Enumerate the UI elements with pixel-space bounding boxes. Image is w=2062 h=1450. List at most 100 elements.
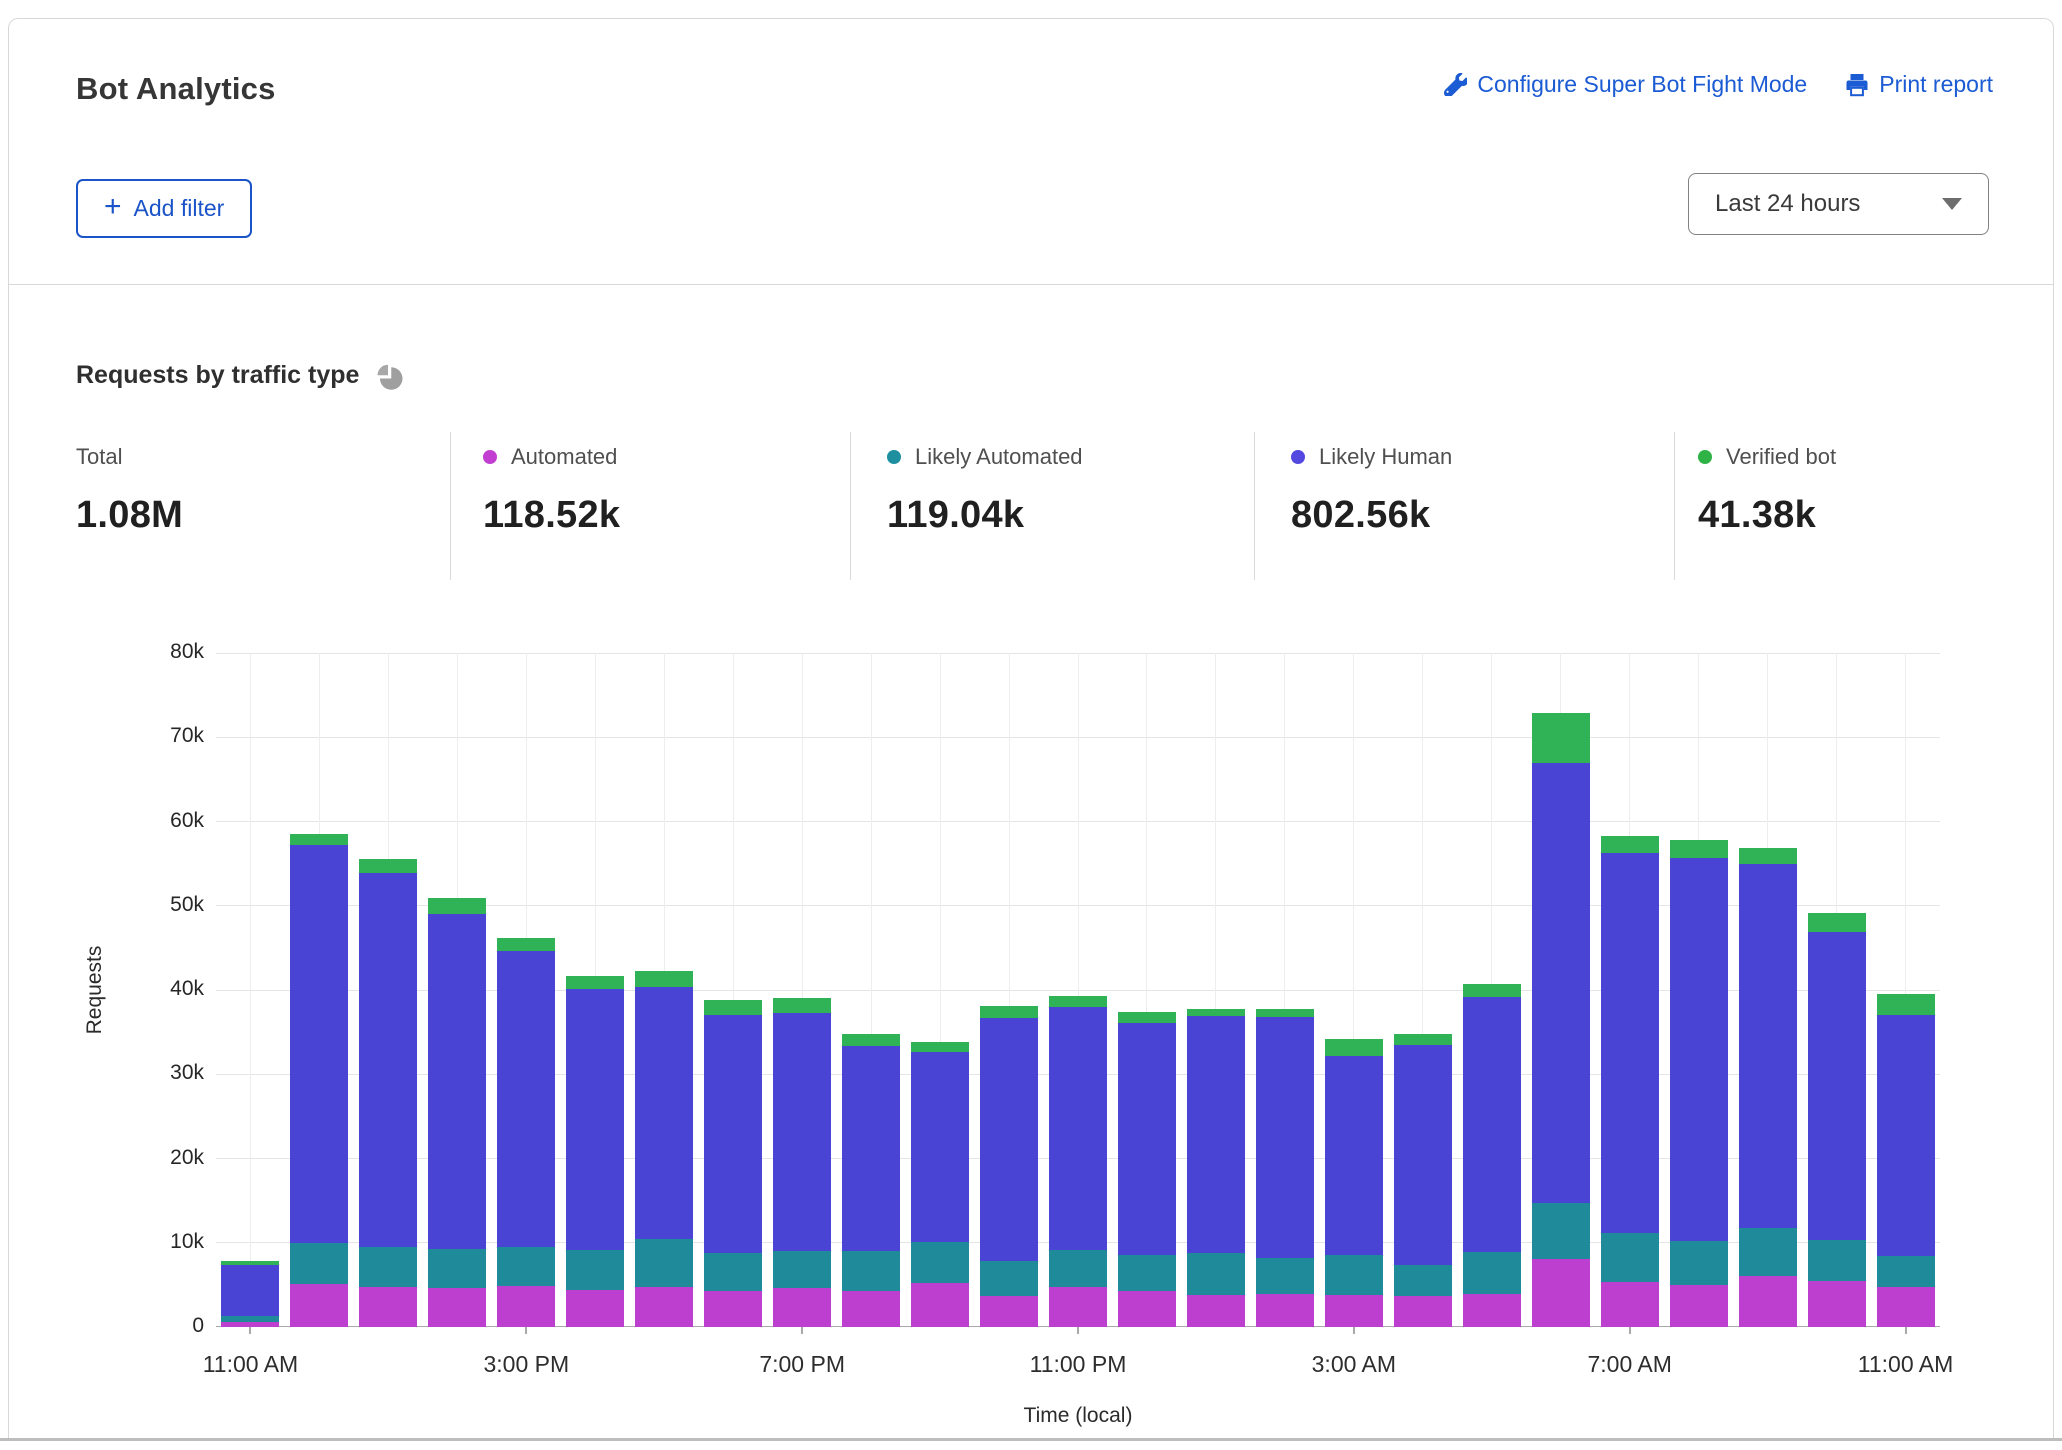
bar-segment-verified-bot[interactable] bbox=[1531, 712, 1590, 764]
bar-segment-verified-bot[interactable] bbox=[1186, 1008, 1245, 1017]
bar-segment-likely-automated[interactable] bbox=[1738, 1227, 1797, 1276]
bar-segment-likely-human[interactable] bbox=[566, 989, 625, 1251]
bar-segment-automated[interactable] bbox=[497, 1285, 556, 1327]
bar-segment-likely-automated[interactable] bbox=[1807, 1240, 1866, 1281]
bar-segment-verified-bot[interactable] bbox=[704, 1000, 763, 1016]
bar-segment-automated[interactable] bbox=[1807, 1280, 1866, 1327]
bar-segment-automated[interactable] bbox=[359, 1287, 418, 1327]
bar-segment-verified-bot[interactable] bbox=[1049, 995, 1107, 1007]
bar-segment-automated[interactable] bbox=[704, 1290, 763, 1327]
stat-automated[interactable]: Automated 118.52k bbox=[483, 424, 620, 537]
bar-segment-automated[interactable] bbox=[980, 1295, 1039, 1327]
bar-segment-automated[interactable] bbox=[566, 1289, 625, 1327]
bar-segment-verified-bot[interactable] bbox=[1600, 835, 1659, 853]
bar-segment-verified-bot[interactable] bbox=[497, 937, 556, 952]
add-filter-button[interactable]: + Add filter bbox=[76, 179, 253, 238]
bar-segment-automated[interactable] bbox=[1531, 1258, 1590, 1327]
bar-segment-likely-automated[interactable] bbox=[635, 1239, 694, 1287]
stat-likely-automated[interactable]: Likely Automated 119.04k bbox=[887, 424, 1083, 537]
bar-segment-verified-bot[interactable] bbox=[290, 834, 349, 846]
stat-verified-bot[interactable]: Verified bot 41.38k bbox=[1698, 424, 1836, 537]
bar-segment-verified-bot[interactable] bbox=[566, 975, 625, 990]
bar-segment-likely-automated[interactable] bbox=[1186, 1252, 1245, 1295]
bar-segment-likely-human[interactable] bbox=[1324, 1055, 1383, 1255]
bar-segment-likely-human[interactable] bbox=[980, 1017, 1039, 1262]
stat-likely-human[interactable]: Likely Human 802.56k bbox=[1291, 424, 1452, 537]
print-report-link[interactable]: Print report bbox=[1845, 71, 1993, 98]
bar-segment-likely-human[interactable] bbox=[1807, 931, 1866, 1241]
bar-segment-likely-human[interactable] bbox=[773, 1012, 832, 1252]
bar-segment-likely-automated[interactable] bbox=[1600, 1233, 1659, 1283]
bar-segment-likely-automated[interactable] bbox=[359, 1246, 418, 1288]
bar-segment-verified-bot[interactable] bbox=[1117, 1011, 1176, 1023]
bar-segment-likely-human[interactable] bbox=[911, 1052, 970, 1242]
bar-segment-likely-human[interactable] bbox=[1049, 1006, 1107, 1251]
bar-segment-verified-bot[interactable] bbox=[842, 1033, 901, 1047]
configure-super-bot-fight-mode-link[interactable]: Configure Super Bot Fight Mode bbox=[1444, 71, 1807, 98]
bar-segment-verified-bot[interactable] bbox=[1462, 984, 1521, 997]
bar-segment-verified-bot[interactable] bbox=[1324, 1038, 1383, 1056]
bar-segment-verified-bot[interactable] bbox=[1669, 840, 1728, 858]
bar-segment-likely-automated[interactable] bbox=[1049, 1250, 1107, 1288]
bar-segment-likely-human[interactable] bbox=[1600, 852, 1659, 1234]
bar-segment-likely-human[interactable] bbox=[1255, 1016, 1314, 1258]
bar-segment-likely-human[interactable] bbox=[1117, 1022, 1176, 1255]
bar-segment-verified-bot[interactable] bbox=[635, 971, 694, 988]
bar-segment-likely-automated[interactable] bbox=[566, 1250, 625, 1290]
bar-segment-likely-automated[interactable] bbox=[428, 1248, 487, 1289]
bar-segment-verified-bot[interactable] bbox=[980, 1006, 1039, 1018]
bar-segment-likely-automated[interactable] bbox=[1324, 1254, 1383, 1295]
bar-segment-automated[interactable] bbox=[911, 1283, 970, 1327]
bar-segment-automated[interactable] bbox=[1600, 1282, 1659, 1327]
bar-segment-automated[interactable] bbox=[1669, 1284, 1728, 1327]
bar-segment-automated[interactable] bbox=[1186, 1294, 1245, 1327]
bar-segment-verified-bot[interactable] bbox=[1807, 913, 1866, 932]
bar-segment-automated[interactable] bbox=[842, 1290, 901, 1327]
bar-segment-likely-human[interactable] bbox=[704, 1015, 763, 1253]
bar-segment-verified-bot[interactable] bbox=[1393, 1033, 1452, 1045]
bar-segment-likely-automated[interactable] bbox=[911, 1241, 970, 1284]
bar-segment-likely-human[interactable] bbox=[1186, 1016, 1245, 1253]
bar-segment-likely-human[interactable] bbox=[1876, 1015, 1935, 1257]
bar-segment-likely-automated[interactable] bbox=[221, 1316, 280, 1322]
bar-segment-likely-automated[interactable] bbox=[290, 1242, 349, 1285]
bar-segment-likely-human[interactable] bbox=[1669, 857, 1728, 1242]
bar-segment-likely-automated[interactable] bbox=[980, 1261, 1039, 1296]
bar-segment-verified-bot[interactable] bbox=[1876, 994, 1935, 1016]
bar-segment-automated[interactable] bbox=[1255, 1294, 1314, 1327]
bar-segment-likely-automated[interactable] bbox=[1669, 1241, 1728, 1285]
bar-segment-likely-automated[interactable] bbox=[1393, 1264, 1452, 1296]
bar-segment-verified-bot[interactable] bbox=[911, 1042, 970, 1053]
bar-segment-likely-human[interactable] bbox=[1738, 863, 1797, 1228]
bar-segment-automated[interactable] bbox=[1117, 1290, 1176, 1327]
bar-segment-likely-human[interactable] bbox=[842, 1046, 901, 1252]
bar-segment-likely-automated[interactable] bbox=[1462, 1252, 1521, 1295]
bar-segment-automated[interactable] bbox=[1738, 1275, 1797, 1327]
bar-segment-verified-bot[interactable] bbox=[359, 858, 418, 873]
bar-segment-likely-human[interactable] bbox=[1462, 996, 1521, 1252]
bar-segment-likely-human[interactable] bbox=[635, 987, 694, 1240]
bar-segment-automated[interactable] bbox=[1393, 1295, 1452, 1327]
bar-segment-likely-automated[interactable] bbox=[1117, 1254, 1176, 1291]
bar-segment-likely-automated[interactable] bbox=[842, 1251, 901, 1291]
bar-segment-verified-bot[interactable] bbox=[1255, 1008, 1314, 1017]
bar-segment-automated[interactable] bbox=[773, 1288, 832, 1327]
bar-segment-likely-human[interactable] bbox=[290, 845, 349, 1243]
bar-segment-automated[interactable] bbox=[1876, 1287, 1935, 1327]
bar-segment-automated[interactable] bbox=[635, 1286, 694, 1327]
bar-segment-likely-automated[interactable] bbox=[1531, 1203, 1590, 1259]
time-range-select[interactable]: Last 24 hours bbox=[1688, 173, 1989, 235]
bar-segment-likely-human[interactable] bbox=[221, 1265, 280, 1317]
bar-segment-likely-automated[interactable] bbox=[1876, 1256, 1935, 1288]
bar-segment-likely-human[interactable] bbox=[1393, 1044, 1452, 1265]
bar-segment-automated[interactable] bbox=[1049, 1287, 1107, 1327]
bar-segment-likely-human[interactable] bbox=[1531, 763, 1590, 1204]
bar-segment-automated[interactable] bbox=[290, 1284, 349, 1327]
bar-segment-verified-bot[interactable] bbox=[221, 1261, 280, 1266]
bar-segment-verified-bot[interactable] bbox=[1738, 847, 1797, 864]
bar-segment-verified-bot[interactable] bbox=[773, 997, 832, 1013]
bar-segment-likely-human[interactable] bbox=[497, 951, 556, 1247]
bar-segment-automated[interactable] bbox=[1462, 1294, 1521, 1327]
bar-segment-automated[interactable] bbox=[428, 1288, 487, 1327]
bar-segment-likely-automated[interactable] bbox=[497, 1246, 556, 1286]
